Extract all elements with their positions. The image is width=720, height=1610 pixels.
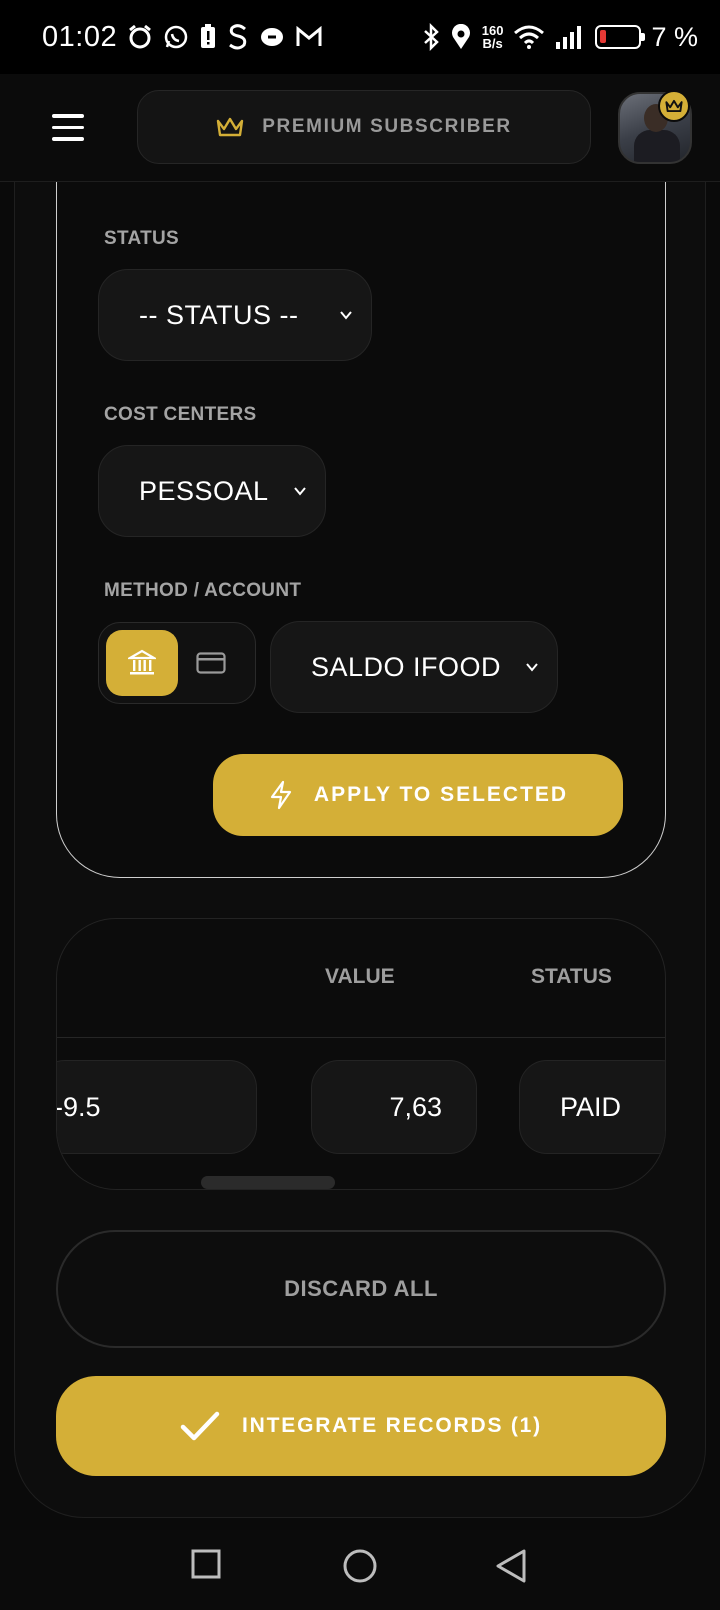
network-speed-unit: B/s [482,36,503,51]
premium-badge[interactable]: PREMIUM SUBSCRIBER [137,90,591,164]
status-cell-text: PAID [560,1091,622,1122]
card-method-toggle[interactable] [175,630,247,696]
messenger-icon [261,28,284,46]
integrate-records-label: INTEGRATE RECORDS (1) [242,1414,542,1437]
table-cell-partial[interactable]: -9.5 [56,1060,257,1154]
battery-alert-icon [201,24,216,48]
network-speed: 160 B/s [482,24,504,50]
gmail-icon [296,26,322,46]
screen: 01:02 160 B/s 7 % STATUS -- STATUS -- CO… [0,0,720,1610]
home-button[interactable] [342,1548,378,1589]
status-label: STATUS [104,228,179,249]
hamburger-menu-button[interactable] [52,114,84,142]
records-table[interactable]: VALUE STATUS -9.5 7,63 PAID [56,918,666,1190]
account-select[interactable]: SALDO IFOOD [270,621,558,713]
account-select-value: SALDO IFOOD [311,651,502,682]
recents-button[interactable] [190,1548,222,1585]
system-icons: 160 B/s 7 % [422,22,698,53]
value-input[interactable]: 7,63 [311,1060,477,1154]
chevron-down-icon [294,487,306,496]
cost-centers-label: COST CENTERS [104,404,257,425]
lightning-icon [270,780,292,810]
crown-icon [665,99,683,113]
partial-cell-value: -9.5 [56,1091,101,1122]
chevron-down-icon [340,311,352,320]
premium-crown-badge [658,90,690,122]
cost-centers-select[interactable]: PESSOAL [98,445,326,537]
home-circle-icon [343,1549,377,1583]
integrate-records-button[interactable]: INTEGRATE RECORDS (1) [56,1376,666,1476]
apply-to-selected-button[interactable]: APPLY TO SELECTED [213,754,623,836]
horizontal-scrollbar[interactable] [201,1176,335,1189]
apply-to-selected-label: APPLY TO SELECTED [313,783,569,806]
credit-card-icon [196,652,226,674]
method-toggle [98,622,256,704]
clock: 01:02 [42,20,118,53]
bank-method-toggle[interactable] [106,630,178,696]
recents-square-icon [191,1549,221,1579]
alarm-icon [129,24,152,49]
chevron-down-icon [526,663,538,672]
back-triangle-icon [496,1549,526,1583]
battery-icon [595,25,646,49]
status-bar: 01:02 160 B/s 7 % [0,0,720,74]
signal-icon [556,26,582,49]
notification-icons [127,23,323,51]
system-nav-bar [0,1530,720,1610]
crown-icon [217,117,244,137]
discard-all-button[interactable]: DISCARD ALL [56,1230,666,1348]
back-button[interactable] [494,1548,528,1589]
discard-all-label: DISCARD ALL [284,1276,438,1301]
column-header-status: STATUS [531,965,612,988]
wifi-icon [514,25,545,49]
cost-centers-select-value: PESSOAL [139,475,269,506]
table-divider [57,1037,665,1038]
checkmark-icon [180,1411,220,1441]
location-icon [451,24,470,49]
whatsapp-icon [164,25,188,49]
premium-label: PREMIUM SUBSCRIBER [262,116,512,137]
bank-icon [128,649,156,675]
value-cell-text: 7,63 [389,1091,442,1122]
status-cell[interactable]: PAID [519,1060,665,1154]
bluetooth-icon [423,23,439,51]
app-header: PREMIUM SUBSCRIBER [0,74,720,182]
column-header-value: VALUE [325,965,395,988]
status-select-value: -- STATUS -- [139,299,299,330]
status-select[interactable]: -- STATUS -- [98,269,372,361]
battery-percent: 7 % [651,21,698,52]
s-app-icon [229,24,247,50]
method-account-label: METHOD / ACCOUNT [104,580,302,601]
